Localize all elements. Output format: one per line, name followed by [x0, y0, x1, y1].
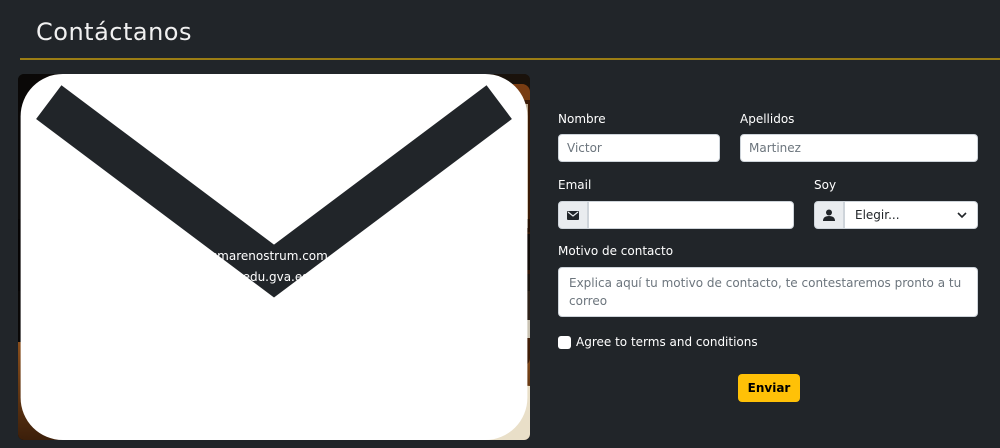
- soy-select-value: Elegir...: [855, 208, 900, 222]
- contact-email: correo@iesmarenostrum.com: [150, 249, 328, 263]
- page-title: Contáctanos: [36, 18, 192, 46]
- envelope-icon: [567, 210, 579, 220]
- email-label: Email: [558, 178, 592, 192]
- chevron-down-icon: [957, 212, 967, 219]
- apellidos-label: Apellidos: [740, 112, 795, 126]
- soy-select[interactable]: Elegir...: [844, 201, 978, 229]
- contact-secondary-email: 03012736@edu.gva.es: [169, 270, 309, 284]
- radio-photo: correo@iesmarenostrum.com 03012736@edu.g…: [18, 74, 530, 440]
- soy-label: Soy: [814, 178, 837, 192]
- apellidos-input[interactable]: Martinez: [740, 134, 978, 162]
- email-input[interactable]: [588, 201, 794, 229]
- title-divider: [20, 58, 1000, 60]
- nombre-label: Nombre: [558, 112, 606, 126]
- nombre-input[interactable]: Victor: [558, 134, 720, 162]
- contact-page: Contáctanos correo@iesmarenostrum.com 03…: [10, 8, 1000, 448]
- submit-button[interactable]: Enviar: [738, 374, 800, 402]
- terms-checkbox[interactable]: [558, 336, 571, 349]
- motivo-textarea[interactable]: Explica aquí tu motivo de contacto, te c…: [558, 267, 978, 317]
- user-icon: [823, 209, 835, 221]
- terms-label: Agree to terms and conditions: [576, 335, 758, 349]
- soy-addon: [814, 201, 844, 229]
- motivo-label: Motivo de contacto: [558, 244, 674, 258]
- email-addon: [558, 201, 588, 229]
